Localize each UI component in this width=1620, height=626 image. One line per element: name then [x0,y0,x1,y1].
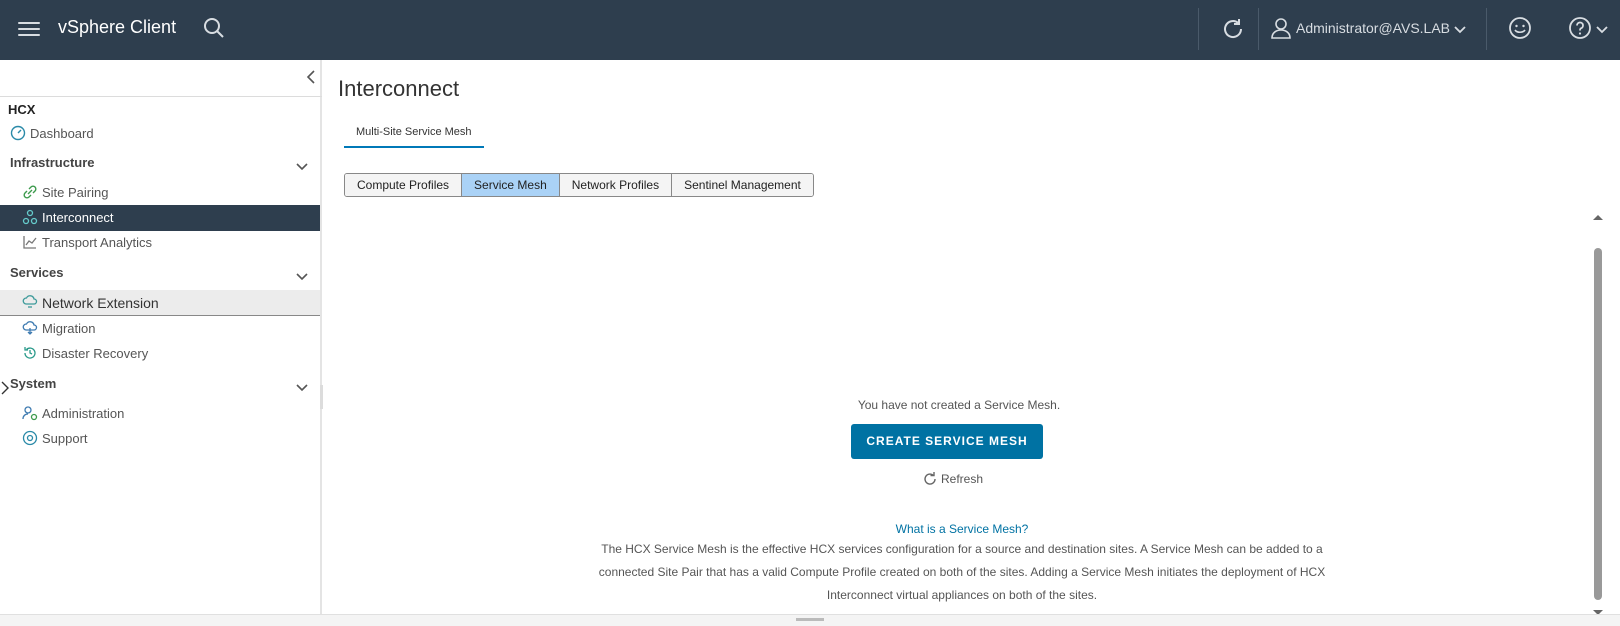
header-divider [1486,8,1487,50]
view-segmented-control: Compute Profiles Service Mesh Network Pr… [344,173,814,197]
cloud-network-icon [22,294,38,310]
sidebar-item-label: Support [42,431,88,446]
tab-service-mesh[interactable]: Service Mesh [462,174,560,196]
user-menu[interactable]: Administrator@AVS.LAB [1296,20,1450,36]
what-is-service-mesh-link[interactable]: What is a Service Mesh? [324,522,1600,536]
refresh-icon [922,471,938,492]
sidebar-item-label: Transport Analytics [42,235,153,250]
sidebar-item-migration[interactable]: Migration [0,316,320,342]
interconnect-icon [22,209,38,225]
sidebar-item-label: Network Extension [42,295,159,311]
sidebar-item-support[interactable]: Support [0,426,320,452]
sidebar-item-label: Administration [42,406,125,421]
chevron-down-icon [296,268,308,286]
section-label: System [10,376,57,391]
sidebar-item-label: Interconnect [42,210,114,225]
user-icon[interactable] [1270,16,1292,45]
sidebar-item-label: Disaster Recovery [42,346,149,361]
create-service-mesh-button[interactable]: CREATE SERVICE MESH [851,424,1043,459]
scroll-up-arrow[interactable] [1592,208,1604,226]
refresh-icon[interactable] [1220,16,1246,47]
chevron-down-icon [296,158,308,176]
sidebar-section-system[interactable]: System [0,371,320,397]
link-icon [22,184,38,200]
refresh-label: Refresh [941,472,984,486]
admin-user-icon [22,405,38,421]
empty-state-message: You have not created a Service Mesh. [857,398,1061,412]
section-label: Infrastructure [10,155,95,170]
support-icon [22,430,38,446]
sidebar-item-dashboard[interactable]: Dashboard [0,121,320,147]
chevron-down-icon [296,379,308,397]
header-divider [1198,8,1199,50]
page-title: Interconnect [338,76,460,101]
service-mesh-description: The HCX Service Mesh is the effective HC… [598,542,1326,602]
scrollbar-thumb[interactable] [1594,248,1602,600]
chevron-down-icon[interactable] [1454,22,1466,40]
sidebar-item-label: Migration [42,321,96,336]
sidebar-divider [0,96,322,97]
cloud-migration-icon [22,320,38,336]
sidebar-item-administration[interactable]: Administration [0,401,320,427]
dashboard-icon [10,125,26,141]
sidebar-item-transport-analytics[interactable]: Transport Analytics [0,230,320,256]
sidebar-root-hcx[interactable]: HCX [8,102,35,117]
sidebar-item-site-pairing[interactable]: Site Pairing [0,180,320,206]
sidebar-item-interconnect[interactable]: Interconnect [0,205,320,231]
sidebar-section-services[interactable]: Services [0,260,320,286]
tab-sentinel-management[interactable]: Sentinel Management [672,174,813,196]
smiley-icon[interactable] [1508,16,1532,45]
tab-compute-profiles[interactable]: Compute Profiles [345,174,463,196]
sidebar-section-infrastructure[interactable]: Infrastructure [0,150,320,176]
sidebar-item-network-extension[interactable]: Network Extension [0,290,320,316]
tab-multi-site-service-mesh[interactable]: Multi-Site Service Mesh [344,126,484,148]
bottom-panel-resize-handle[interactable] [796,618,824,621]
search-icon[interactable] [202,16,226,45]
menu-icon[interactable] [18,18,40,40]
collapse-sidebar-icon[interactable] [306,70,316,89]
chart-icon [22,234,38,250]
sidebar: HCX Dashboard Infrastructure Site Pairin… [0,60,323,626]
section-label: Services [10,265,64,280]
recovery-icon [22,345,38,361]
chevron-down-icon[interactable] [1596,22,1608,40]
top-header: vSphere Client Administrator@AVS.LAB [0,0,1620,60]
sidebar-item-label: Dashboard [30,126,94,141]
main-content: Interconnect Multi-Site Service Mesh Com… [324,60,1620,626]
sidebar-resize-handle[interactable] [320,385,323,409]
tab-network-profiles[interactable]: Network Profiles [559,174,673,196]
app-title[interactable]: vSphere Client [58,17,176,38]
header-divider [1258,8,1259,50]
sidebar-item-disaster-recovery[interactable]: Disaster Recovery [0,341,320,367]
help-icon[interactable] [1568,16,1592,45]
sidebar-item-label: Site Pairing [42,185,109,200]
